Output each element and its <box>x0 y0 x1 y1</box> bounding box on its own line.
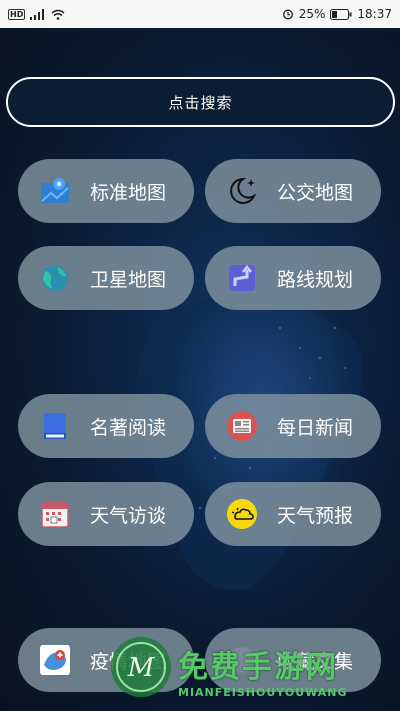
moon-stars-icon <box>225 174 259 208</box>
route-planning-button[interactable]: 路线规划 <box>205 246 381 310</box>
book-icon <box>38 409 72 443</box>
daily-news-label: 每日新闻 <box>277 416 354 439</box>
satellite-map-button[interactable]: 卫星地图 <box>18 246 194 310</box>
classic-reading-button[interactable]: 名著阅读 <box>18 394 194 458</box>
clock: 18:37 <box>357 7 392 21</box>
alarm-icon <box>282 9 293 20</box>
medical-map-icon <box>38 643 72 677</box>
sun-cloud-icon <box>225 497 259 531</box>
calendar-icon <box>38 497 72 531</box>
wifi-icon <box>51 9 65 20</box>
search-label: 点击搜索 <box>168 93 233 112</box>
map-pin-icon <box>38 174 72 208</box>
status-right: 25% 18:37 <box>282 7 392 21</box>
weather-talk-label: 天气访谈 <box>90 504 167 527</box>
transit-map-label: 公交地图 <box>277 181 354 204</box>
signal-icon <box>30 8 45 20</box>
satellite-map-label: 卫星地图 <box>90 268 167 291</box>
standard-map-button[interactable]: 标准地图 <box>18 159 194 223</box>
epidemic-map-label: 疫情地图 <box>90 650 167 673</box>
transit-map-button[interactable]: 公交地图 <box>205 159 381 223</box>
classic-reading-label: 名著阅读 <box>90 416 167 439</box>
globe-icon <box>38 261 72 295</box>
battery-percent: 25% <box>298 7 326 21</box>
battery-icon <box>330 8 352 20</box>
standard-map-label: 标准地图 <box>90 181 167 204</box>
extra-button[interactable]: 收藏文集 <box>205 628 381 692</box>
weather-forecast-label: 天气预报 <box>277 504 354 527</box>
app-icon <box>225 643 259 677</box>
status-left: HD <box>8 8 65 20</box>
route-icon <box>225 261 259 295</box>
extra-label: 收藏文集 <box>277 650 354 673</box>
hd-icon: HD <box>8 8 26 20</box>
search-button[interactable]: 点击搜索 <box>6 77 395 127</box>
weather-forecast-button[interactable]: 天气预报 <box>205 482 381 546</box>
status-bar: HD 25% 18:37 <box>0 0 400 28</box>
map-background <box>120 248 362 590</box>
weather-talk-button[interactable]: 天气访谈 <box>18 482 194 546</box>
daily-news-button[interactable]: 每日新闻 <box>205 394 381 458</box>
epidemic-map-button[interactable]: 疫情地图 <box>18 628 194 692</box>
route-planning-label: 路线规划 <box>277 268 354 291</box>
newspaper-icon <box>225 409 259 443</box>
